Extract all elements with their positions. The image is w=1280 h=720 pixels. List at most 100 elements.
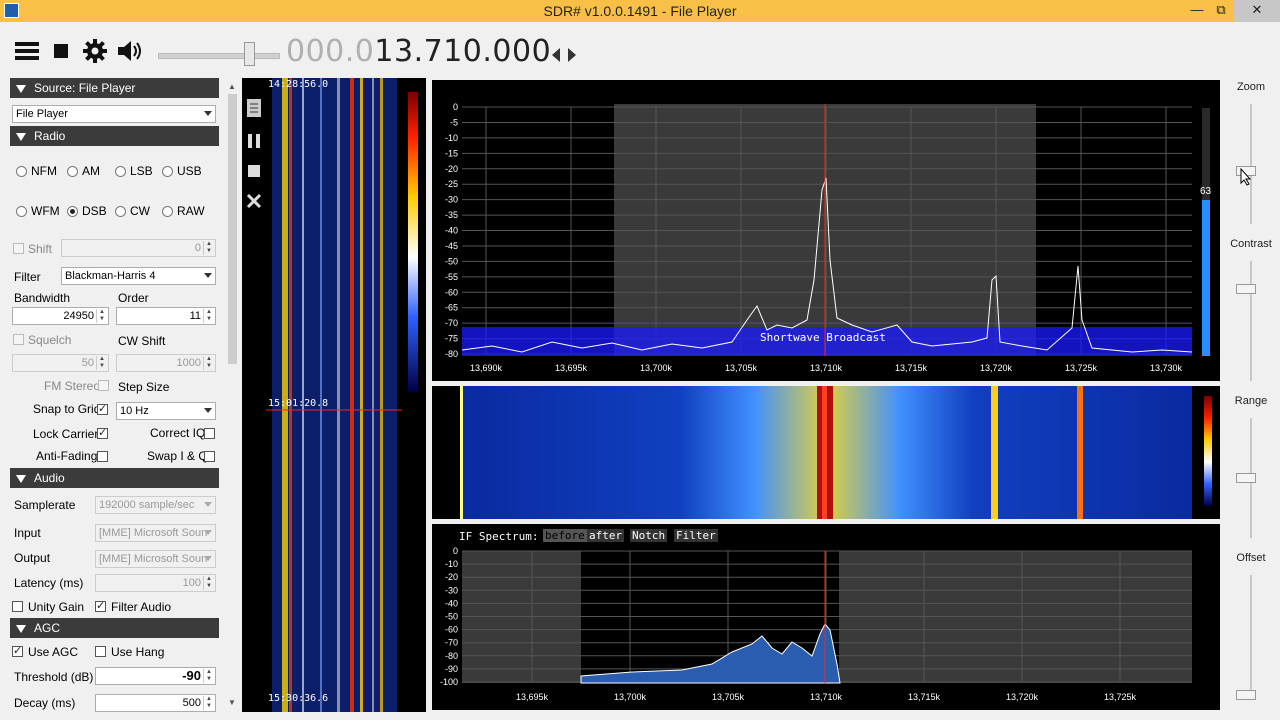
swapiq-checkbox[interactable] [204,451,215,462]
bandwidth-input[interactable]: 24950 ▲ ▼ [12,307,109,325]
spectrum-y-tick: 0 [453,102,458,112]
filteraudio-checkbox[interactable]: ✓ [95,601,106,612]
input-label: Input [14,526,41,540]
input-device-select[interactable]: [MME] Microsoft Soun [95,524,216,542]
frequency-prefix: 000.0 [286,34,375,69]
audio-section-header[interactable]: Audio [10,468,219,488]
volume-slider-track[interactable] [158,53,280,59]
stepsize-select[interactable]: 10 Hz [116,402,216,420]
shift-input[interactable]: 0 ▲ ▼ [61,239,216,257]
control-panel-scrollbar[interactable]: ▲ ▼ [225,80,240,712]
stop-icon[interactable] [46,36,76,66]
mode-dsb-radio[interactable] [67,206,78,217]
unitygain-checkbox[interactable] [12,601,23,612]
document-icon[interactable] [245,98,263,118]
mode-usb-radio[interactable] [162,166,173,177]
correctiq-checkbox[interactable] [204,428,215,439]
source-section-header[interactable]: Source: File Player [10,78,219,98]
spectrum-x-tick: 13,705k [725,363,758,373]
samplerate-label: Samplerate [14,498,76,512]
if-before-button[interactable]: before [543,529,587,542]
if-spectrum[interactable]: 0 -10 -20 -30 -40 -50 -60 -70 -80 -90 -100 13,695k… [432,524,1220,710]
mode-raw-radio[interactable] [162,206,173,217]
threshold-input[interactable]: -90 ▲ ▼ [95,667,216,685]
source-select[interactable]: File Player [12,105,216,123]
if-after-button[interactable]: after [587,529,625,542]
mode-am-label: AM [82,164,100,178]
spectrum-y-tick: -50 [445,256,458,266]
squelch-input[interactable]: 50 ▲ ▼ [12,354,109,372]
zoom-slider-track[interactable] [1250,104,1252,224]
offset-slider-track[interactable] [1250,575,1252,695]
range-slider-thumb[interactable] [1236,473,1256,483]
antifading-label: Anti-Fading [36,449,98,463]
offset-slider-thumb[interactable] [1236,690,1256,700]
if-notch-button[interactable]: Notch [630,529,668,542]
usehang-checkbox[interactable] [95,646,106,657]
mode-cw-radio[interactable] [115,206,126,217]
mode-wfm-radio[interactable] [16,206,27,217]
maximize-button[interactable]: ⧉ [1206,0,1236,22]
contrast-label: Contrast [1230,238,1272,250]
speaker-icon[interactable] [114,36,144,66]
antifading-checkbox[interactable] [97,451,108,462]
tune-arrows-icon[interactable] [550,46,578,64]
mode-dsb-label: DSB [82,204,107,218]
mode-am-radio[interactable] [67,166,78,177]
if-x-tick: 13,695k [516,692,549,702]
spectrum-y-tick: -25 [445,179,458,189]
offset-label: Offset [1236,552,1266,564]
spectrum-x-tick: 13,720k [980,363,1013,373]
squelch-checkbox[interactable] [13,334,24,345]
spectrum-y-tick: -5 [450,117,458,127]
if-x-tick: 13,715k [908,692,941,702]
file-waterfall[interactable]: 14:28:56.0 15:01:20.8 15:30:36.6 [242,78,426,712]
bandwidth-label: Bandwidth [14,291,71,305]
contrast-slider-thumb[interactable] [1236,284,1256,294]
decay-input[interactable]: 500 ▲ ▼ [95,694,216,712]
close-button[interactable]: ✕ [1234,0,1280,22]
snap-checkbox[interactable]: ✓ [97,404,108,415]
main-waterfall[interactable] [432,386,1220,519]
shift-checkbox[interactable] [13,243,24,254]
spectrum-y-tick: -40 [445,226,458,236]
mode-usb-label: USB [177,164,202,178]
level-meter [1202,200,1210,356]
frequency-display[interactable]: 000.013.710.000 [286,34,551,69]
latency-input[interactable]: 100 ▲ ▼ [95,574,216,592]
control-panel: Source: File Player File Player Radio NF… [0,78,242,720]
gear-icon[interactable] [80,36,110,66]
useagc-checkbox[interactable]: ✓ [12,646,23,657]
spectrum-x-tick: 13,715k [895,363,928,373]
lockcarrier-checkbox[interactable]: ✓ [97,428,108,439]
mode-wfm-label: WFM [31,204,60,218]
pause-icon[interactable] [245,132,263,150]
filter-select[interactable]: Blackman-Harris 4 [61,267,216,285]
toolbar: 000.013.710.000 [0,22,1280,78]
order-input[interactable]: 11 ▲ ▼ [116,307,216,325]
mode-nfm-label: NFM [31,164,57,178]
mode-nfm-radio[interactable] [16,166,27,177]
scrollbar-thumb[interactable] [228,94,237,364]
spectrum-analyzer[interactable]: 0 -5 -10 -15 -20 -25 -30 -35 -40 -45 -50 -55 -60 -65 -… [432,80,1220,381]
filteraudio-label: Filter Audio [111,600,172,614]
menu-icon[interactable] [12,36,42,66]
agc-section-header[interactable]: AGC [10,618,219,638]
spectrum-x-tick: 13,710k [810,363,843,373]
stop-playback-icon[interactable] [245,162,263,180]
radio-section-header[interactable]: Radio [10,126,219,146]
if-y-tick: -10 [445,559,458,569]
if-y-tick: -50 [445,612,458,622]
if-filter-button[interactable]: Filter [674,529,718,542]
waterfall-time-top: 14:28:56.0 [268,79,329,90]
cwshift-input[interactable]: 1000 ▲ ▼ [116,354,216,372]
samplerate-select[interactable]: 192000 sample/sec [95,496,216,514]
fmstereo-checkbox[interactable] [98,380,109,391]
stepsize-label: Step Size [118,380,170,394]
volume-slider-thumb[interactable] [244,42,255,66]
tools-icon[interactable] [245,192,263,210]
output-device-select[interactable]: [MME] Microsoft Soun [95,550,216,568]
contrast-slider-track[interactable] [1250,261,1252,381]
lockcarrier-label: Lock Carrier [33,427,99,441]
mode-lsb-radio[interactable] [115,166,126,177]
